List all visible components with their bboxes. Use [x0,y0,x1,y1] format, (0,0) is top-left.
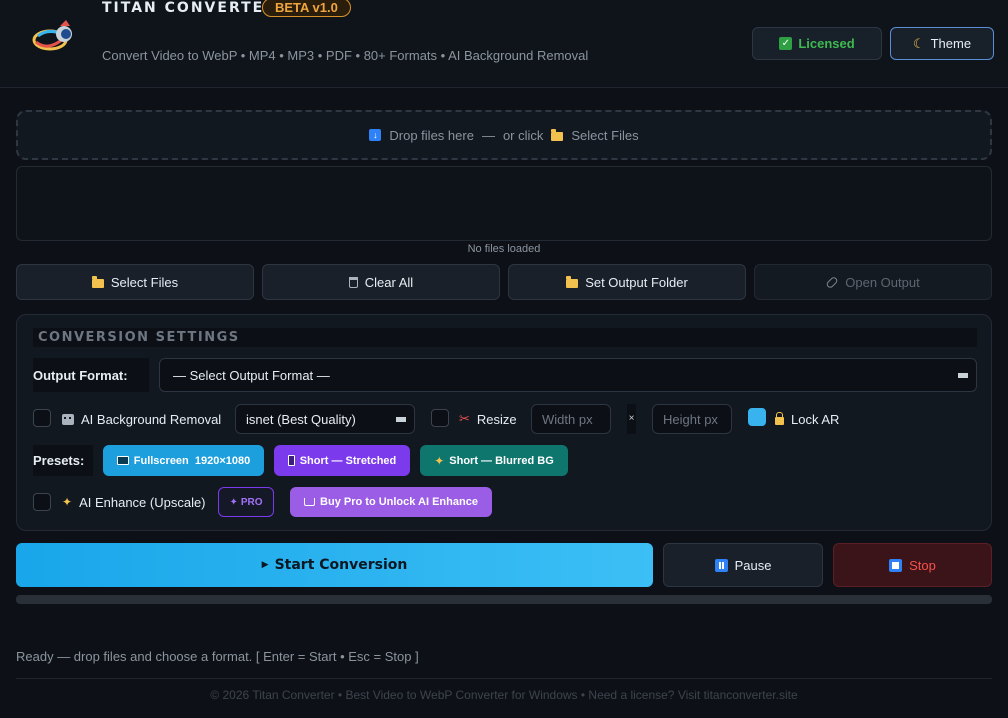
buy-pro-label: Buy Pro to Unlock AI Enhance [320,496,478,508]
ai-enhance-label: ✦ AI Enhance (Upscale) [62,487,206,517]
preset-stretched-label: Short — Stretched [299,454,397,467]
resize-checkbox[interactable] [431,409,449,427]
lock-ar-text: Lock AR [791,411,840,427]
ai-bg-removal-text: AI Background Removal [81,411,222,427]
preset-blurred-label: Short — Blurred BG [449,454,554,467]
no-files-text: No files loaded [467,243,541,255]
clear-all-button[interactable]: Clear All [262,264,500,300]
output-format-value: — Select Output Format — [173,367,330,383]
select-files-label: Select Files [110,274,179,290]
pro-badge: ✦ PRO [218,487,274,517]
pro-badge-text: PRO [240,496,263,508]
lock-ar-label: Lock AR [775,404,839,434]
scissors-icon: ✂ [459,411,470,426]
check-icon: ✓ [779,37,793,50]
ai-bg-removal-checkbox[interactable] [33,409,51,427]
theme-button[interactable]: ☾ Theme [890,27,994,60]
download-icon: ↓ [369,129,382,141]
presets-label-text: Presets: [33,453,85,468]
status-text: Ready — drop files and choose a format. … [16,649,419,664]
pause-button[interactable]: Pause [663,543,823,587]
plus-icon: ✦ [229,496,238,508]
app-subtitle: Convert Video to WebP • MP4 • MP3 • PDF … [102,48,589,63]
footer-divider [16,678,992,679]
pause-icon [714,558,728,572]
folder-icon [566,275,579,288]
conversion-settings-panel: CONVERSION SETTINGS Output Format: — Sel… [16,314,992,531]
stop-button[interactable]: Stop [833,543,992,587]
play-icon: ▶ [261,560,269,570]
licensed-button[interactable]: ✓ Licensed [752,27,882,60]
clear-all-label: Clear All [364,274,414,290]
ai-bg-removal-label: AI Background Removal [62,404,221,434]
drop-separator: — [481,127,495,143]
preset-short-blurred-button[interactable]: ✦ Short — Blurred BG [420,445,568,476]
preset-fullscreen-button[interactable]: Fullscreen 1920×1080 [103,445,264,476]
height-input[interactable]: Height px [652,404,732,434]
presets-label: Presets: [33,445,93,476]
select-files-button[interactable]: Select Files [16,264,254,300]
moon-icon: ☾ [912,35,925,51]
footer-text: © 2026 Titan Converter • Best Video to W… [210,688,798,702]
resize-label: ✂ Resize [459,404,517,434]
sparkle-icon: ✦ [62,495,73,509]
licensed-label: Licensed [798,36,855,51]
folder-icon [91,275,104,288]
preset-fullscreen-label: Fullscreen 1920×1080 [133,454,251,467]
stop-label: Stop [909,557,936,573]
drop-text: Drop files here [389,127,474,143]
width-input[interactable]: Width px [531,404,611,434]
set-output-label: Set Output Folder [585,274,688,290]
times-symbol: × [627,404,636,434]
beta-badge: BETA v1.0 [262,0,351,17]
file-dropzone[interactable]: ↓ Drop files here — or click Select File… [16,110,992,160]
set-output-folder-button[interactable]: Set Output Folder [508,264,746,300]
dropzone-select-files[interactable]: Select Files [571,128,638,143]
dropdown-arrow-icon [396,417,406,422]
height-placeholder: Height px [663,411,718,427]
app-title: TITAN CONVERTER [102,0,277,16]
buy-pro-button[interactable]: Buy Pro to Unlock AI Enhance [290,487,492,517]
lock-ar-checkbox[interactable] [748,408,766,426]
cart-icon [304,498,316,506]
width-placeholder: Width px [542,411,593,427]
trash-icon [348,276,358,288]
start-label: Start Conversion [274,557,408,573]
open-output-button[interactable]: Open Output [754,264,992,300]
monitor-icon [116,456,129,465]
link-icon [825,275,839,289]
ai-enhance-checkbox[interactable] [33,493,51,511]
ai-enhance-text: AI Enhance (Upscale) [79,494,206,510]
output-format-label: Output Format: [33,358,149,392]
resize-text: Resize [476,411,517,427]
progress-bar [16,595,992,604]
ai-model-select[interactable]: isnet (Best Quality) [235,404,415,434]
open-output-label: Open Output [845,274,920,290]
stop-icon [889,558,903,572]
output-format-select[interactable]: — Select Output Format — [159,358,977,392]
pause-label: Pause [734,557,772,573]
lock-icon [775,412,784,425]
app-logo-icon [32,20,72,51]
robot-icon [62,413,74,425]
theme-label: Theme [930,36,972,51]
file-list[interactable] [16,166,992,241]
sparkle-icon: ✦ [434,453,445,468]
dropdown-arrow-icon [958,373,968,378]
output-format-label-text: Output Format: [33,367,128,383]
preset-short-stretched-button[interactable]: Short — Stretched [274,445,410,476]
phone-icon [287,455,295,466]
or-click-text: or click [502,127,544,143]
settings-title: CONVERSION SETTINGS [33,328,977,347]
ai-model-value: isnet (Best Quality) [246,411,356,427]
folder-icon [551,128,564,141]
start-conversion-button[interactable]: ▶ Start Conversion [16,543,653,587]
app-header: TITAN CONVERTER BETA v1.0 Convert Video … [0,0,1008,88]
